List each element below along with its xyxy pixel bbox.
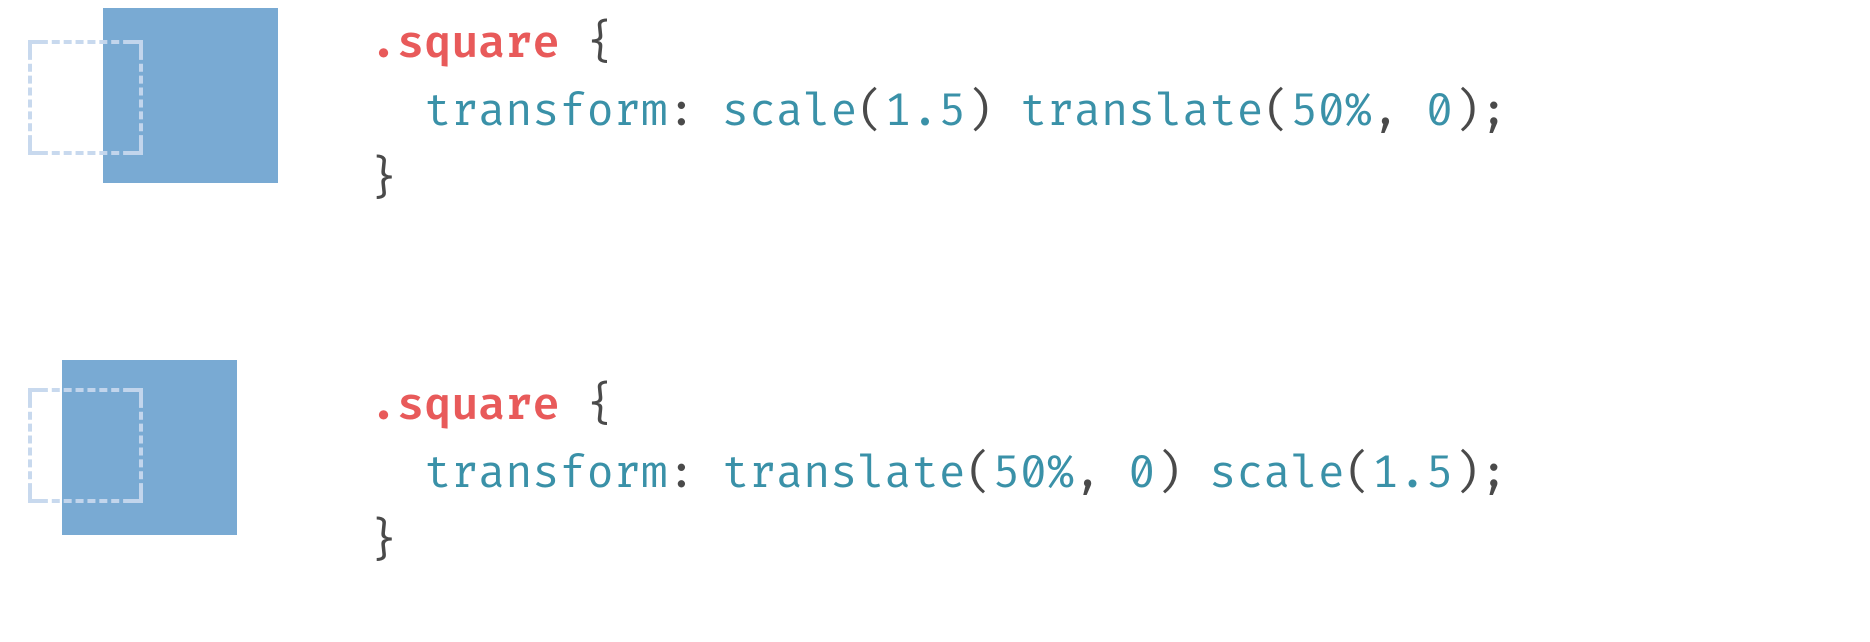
page: .square { transform: scale(1.5) translat…	[0, 0, 1870, 642]
corner-marker	[28, 388, 42, 402]
brace-open: {	[560, 378, 614, 433]
css-function: translate	[722, 446, 966, 501]
colon: :	[668, 446, 722, 501]
css-property: transform	[424, 446, 668, 501]
space	[993, 84, 1020, 139]
corner-marker	[129, 141, 143, 155]
corner-marker	[129, 489, 143, 503]
paren-close: )	[1453, 84, 1480, 139]
code-block-2: .square { transform: translate(50%, 0) s…	[370, 372, 1507, 577]
css-function: scale	[722, 84, 857, 139]
css-property: transform	[424, 84, 668, 139]
comma: ,	[1372, 84, 1426, 139]
original-outline	[28, 388, 143, 503]
brace-close: }	[370, 514, 397, 569]
indent	[370, 446, 424, 501]
paren-open: (	[857, 84, 884, 139]
semicolon: ;	[1480, 446, 1507, 501]
paren-close: )	[966, 84, 993, 139]
corner-marker	[28, 489, 42, 503]
colon: :	[668, 84, 722, 139]
css-value: 0	[1128, 446, 1155, 501]
demo-scale-then-translate	[28, 0, 328, 220]
paren-close: )	[1155, 446, 1182, 501]
corner-marker	[28, 40, 42, 54]
original-outline	[28, 40, 143, 155]
paren-open: (	[1345, 446, 1372, 501]
css-function: scale	[1209, 446, 1344, 501]
demo-translate-then-scale	[28, 360, 328, 580]
brace-open: {	[560, 16, 614, 71]
css-function: translate	[1020, 84, 1264, 139]
css-value: 50%	[1291, 84, 1372, 139]
css-value: 1.5	[884, 84, 965, 139]
css-value: 50%	[993, 446, 1074, 501]
corner-marker	[28, 141, 42, 155]
brace-close: }	[370, 152, 397, 207]
comma: ,	[1074, 446, 1128, 501]
css-selector: .square	[370, 378, 560, 433]
corner-marker	[129, 40, 143, 54]
space	[1182, 446, 1209, 501]
semicolon: ;	[1480, 84, 1507, 139]
indent	[370, 84, 424, 139]
code-block-1: .square { transform: scale(1.5) translat…	[370, 10, 1507, 215]
paren-open: (	[966, 446, 993, 501]
paren-open: (	[1264, 84, 1291, 139]
css-selector: .square	[370, 16, 560, 71]
corner-marker	[129, 388, 143, 402]
css-value: 0	[1426, 84, 1453, 139]
paren-close: )	[1453, 446, 1480, 501]
css-value: 1.5	[1372, 446, 1453, 501]
